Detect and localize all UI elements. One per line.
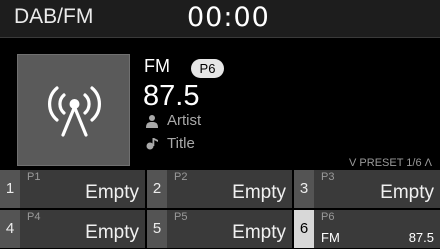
preset-button-3[interactable]: 3 P3 Empty [294,170,440,208]
preset-value: Empty [232,222,286,243]
preset-badge: P6 [191,59,224,78]
artist-text: Artist [167,112,202,129]
preset-band: FM [321,230,340,245]
preset-number: 2 [147,170,167,208]
preset-number: 5 [147,210,167,248]
preset-number: 4 [0,210,20,248]
source-label[interactable]: DAB/FM [14,5,93,29]
preset-label: P2 [174,171,188,183]
preset-grid: 1 P1 Empty 2 P2 Empty 3 P3 Empty 4 P4 Em… [0,170,440,249]
preset-label: P1 [27,171,41,183]
preset-button-2[interactable]: 2 P2 Empty [147,170,292,208]
status-bar: DAB/FM 00:00 [0,0,440,38]
preset-button-1[interactable]: 1 P1 Empty [0,170,145,208]
preset-label: P5 [174,211,188,223]
now-playing-panel: FM P6 87.5 Artist Title V PRESET 1/6 Λ [0,39,440,169]
band-label: FM [144,56,170,76]
preset-label: P3 [321,171,335,183]
person-icon [146,115,158,128]
preset-value: Empty [380,182,434,203]
preset-label: P4 [27,211,41,223]
preset-page-indicator[interactable]: V PRESET 1/6 Λ [349,157,432,169]
radio-broadcast-icon [48,86,101,137]
preset-number: 1 [0,170,20,208]
preset-label: P6 [321,211,335,223]
preset-button-5[interactable]: 5 P5 Empty [147,210,292,248]
preset-button-4[interactable]: 4 P4 Empty [0,210,145,248]
clock: 00:00 [187,2,270,33]
preset-value: Empty [85,182,139,203]
preset-value: Empty [85,222,139,243]
frequency-display: 87.5 [143,80,200,112]
preset-frequency: 87.5 [408,230,434,245]
title-text: Title [167,135,195,152]
music-note-icon [146,138,158,150]
preset-button-6[interactable]: 6 P6 FM 87.5 [294,210,440,248]
preset-number: 3 [294,170,314,208]
preset-value: Empty [232,182,286,203]
album-art [17,54,130,166]
preset-number: 6 [294,210,314,248]
